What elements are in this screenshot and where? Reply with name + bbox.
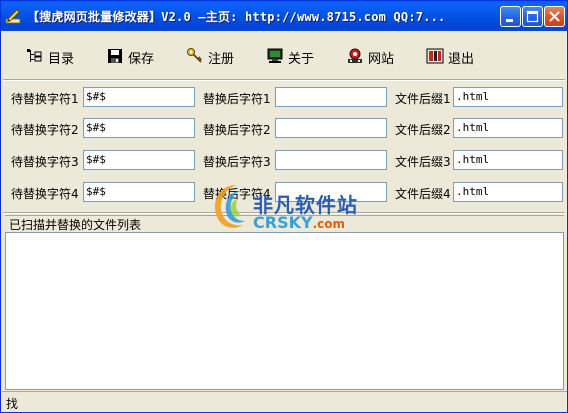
- toolbar-divider: [3, 79, 565, 81]
- suffix-input-1[interactable]: .html: [453, 87, 563, 107]
- status-bar: 找: [2, 391, 567, 412]
- exit-label: 退出: [448, 52, 475, 67]
- find-input-2[interactable]: $#$: [83, 118, 195, 138]
- watermark-en-suffix: .com: [312, 217, 345, 231]
- maximize-button[interactable]: [522, 6, 543, 27]
- watermark-logo-icon: [215, 185, 245, 228]
- window-title: 【搜虎网页批量修改器】V2.0 —主页: http://www.8715.com…: [27, 10, 446, 24]
- file-list[interactable]: [5, 232, 564, 390]
- website-icon: [346, 47, 364, 65]
- suffix-label-3: 文件后缀3: [395, 155, 451, 169]
- app-pencil-icon[interactable]: [5, 8, 21, 24]
- website-label: 网站: [368, 52, 395, 67]
- about-label: 关于: [288, 52, 315, 67]
- suffix-input-2[interactable]: .html: [453, 118, 563, 138]
- suffix-label-1: 文件后缀1: [395, 92, 451, 106]
- suffix-input-4[interactable]: .html: [453, 182, 563, 202]
- title-bar[interactable]: 【搜虎网页批量修改器】V2.0 —主页: http://www.8715.com…: [1, 1, 567, 31]
- find-label-1: 待替换字符1: [11, 92, 79, 106]
- minimize-icon: [506, 19, 513, 22]
- directory-icon: [26, 47, 44, 65]
- suffix-label-4: 文件后缀4: [395, 187, 451, 201]
- replace-input-2[interactable]: [275, 118, 387, 138]
- close-button[interactable]: [544, 6, 565, 27]
- find-label-2: 待替换字符2: [11, 123, 79, 137]
- replace-input-3[interactable]: [275, 150, 387, 170]
- find-input-3[interactable]: $#$: [83, 150, 195, 170]
- replace-label-1: 替换后字符1: [203, 92, 271, 106]
- monitor-icon: [266, 47, 284, 65]
- toolbar: 目录 保存 注册 关于 网站 退出: [2, 31, 567, 79]
- find-label-3: 待替换字符3: [11, 155, 79, 169]
- watermark: 非凡软件站 CRSKY.com: [205, 175, 365, 239]
- maximize-icon: [526, 10, 539, 23]
- suffix-input-3[interactable]: .html: [453, 150, 563, 170]
- register-label: 注册: [208, 52, 235, 67]
- suffix-label-2: 文件后缀2: [395, 123, 451, 137]
- key-icon: [186, 47, 204, 65]
- find-label-4: 待替换字符4: [11, 187, 79, 201]
- replace-label-2: 替换后字符2: [203, 123, 271, 137]
- app-window: 【搜虎网页批量修改器】V2.0 —主页: http://www.8715.com…: [0, 0, 568, 413]
- close-icon: [549, 11, 560, 22]
- replace-input-1[interactable]: [275, 87, 387, 107]
- find-input-1[interactable]: $#$: [83, 87, 195, 107]
- watermark-en-text: CRSKY.com: [253, 213, 345, 232]
- directory-label: 目录: [48, 52, 75, 67]
- find-input-4[interactable]: $#$: [83, 182, 195, 202]
- field-row-3: 待替换字符3 $#$ 替换后字符3 文件后缀3 .html: [1, 150, 567, 172]
- save-label: 保存: [128, 52, 155, 67]
- status-text: 找: [6, 397, 19, 411]
- replace-label-3: 替换后字符3: [203, 155, 271, 169]
- exit-icon: [426, 47, 444, 65]
- field-row-1: 待替换字符1 $#$ 替换后字符1 文件后缀1 .html: [1, 87, 567, 109]
- field-row-2: 待替换字符2 $#$ 替换后字符2 文件后缀2 .html: [1, 118, 567, 140]
- save-icon: [106, 47, 124, 65]
- minimize-button[interactable]: [500, 6, 521, 27]
- watermark-en-main: CRSKY: [253, 213, 313, 232]
